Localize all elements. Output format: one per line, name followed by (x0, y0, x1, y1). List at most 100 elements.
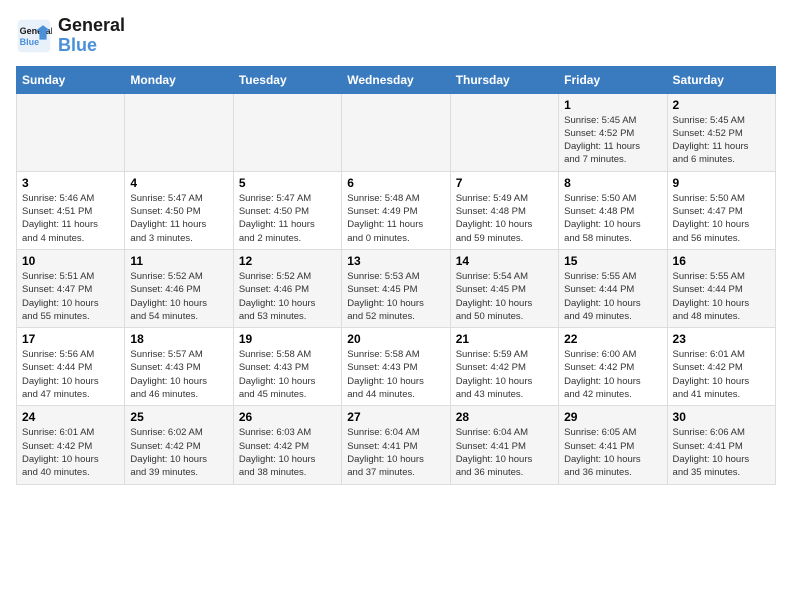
day-info: Sunrise: 5:52 AMSunset: 4:46 PMDaylight:… (239, 270, 336, 323)
day-number: 15 (564, 254, 661, 268)
day-info: Sunrise: 5:58 AMSunset: 4:43 PMDaylight:… (239, 348, 336, 401)
day-info: Sunrise: 5:59 AMSunset: 4:42 PMDaylight:… (456, 348, 553, 401)
day-info: Sunrise: 6:04 AMSunset: 4:41 PMDaylight:… (456, 426, 553, 479)
weekday-header-row: SundayMondayTuesdayWednesdayThursdayFrid… (17, 66, 776, 93)
calendar-cell: 23 Sunrise: 6:01 AMSunset: 4:42 PMDayligh… (667, 328, 775, 406)
day-number: 24 (22, 410, 119, 424)
day-info: Sunrise: 6:02 AMSunset: 4:42 PMDaylight:… (130, 426, 227, 479)
calendar-cell: 30Sunrise: 6:06 AMSunset: 4:41 PMDayligh… (667, 406, 775, 484)
day-number: 12 (239, 254, 336, 268)
day-number: 22 (564, 332, 661, 346)
calendar-cell (233, 93, 341, 171)
day-number: 16 (673, 254, 770, 268)
day-info: Sunrise: 5:55 AMSunset: 4:44 PMDaylight:… (564, 270, 661, 323)
day-info: Sunrise: 5:56 AMSunset: 4:44 PMDaylight:… (22, 348, 119, 401)
day-info: Sunrise: 5:54 AMSunset: 4:45 PMDaylight:… (456, 270, 553, 323)
day-number: 21 (456, 332, 553, 346)
svg-text:Blue: Blue (20, 37, 40, 47)
day-info: Sunrise: 5:57 AMSunset: 4:43 PMDaylight:… (130, 348, 227, 401)
calendar-table: SundayMondayTuesdayWednesdayThursdayFrid… (16, 66, 776, 485)
weekday-header-monday: Monday (125, 66, 233, 93)
day-info: Sunrise: 5:47 AMSunset: 4:50 PMDaylight:… (239, 192, 336, 245)
calendar-row-2: 10 Sunrise: 5:51 AMSunset: 4:47 PMDayligh… (17, 249, 776, 327)
day-number: 17 (22, 332, 119, 346)
day-number: 11 (130, 254, 227, 268)
calendar-cell: 1 Sunrise: 5:45 AMSunset: 4:52 PMDaylight… (559, 93, 667, 171)
day-info: Sunrise: 5:51 AMSunset: 4:47 PMDaylight:… (22, 270, 119, 323)
day-number: 13 (347, 254, 444, 268)
day-number: 8 (564, 176, 661, 190)
calendar-cell (342, 93, 450, 171)
calendar-cell: 21 Sunrise: 5:59 AMSunset: 4:42 PMDayligh… (450, 328, 558, 406)
calendar-cell: 28 Sunrise: 6:04 AMSunset: 4:41 PMDayligh… (450, 406, 558, 484)
day-number: 6 (347, 176, 444, 190)
weekday-header-saturday: Saturday (667, 66, 775, 93)
calendar-cell: 7 Sunrise: 5:49 AMSunset: 4:48 PMDaylight… (450, 171, 558, 249)
calendar-cell: 15 Sunrise: 5:55 AMSunset: 4:44 PMDayligh… (559, 249, 667, 327)
calendar-row-3: 17 Sunrise: 5:56 AMSunset: 4:44 PMDayligh… (17, 328, 776, 406)
header: General Blue GeneralBlue (16, 16, 776, 56)
day-info: Sunrise: 5:52 AMSunset: 4:46 PMDaylight:… (130, 270, 227, 323)
calendar-cell: 17 Sunrise: 5:56 AMSunset: 4:44 PMDayligh… (17, 328, 125, 406)
calendar-cell: 9 Sunrise: 5:50 AMSunset: 4:47 PMDaylight… (667, 171, 775, 249)
calendar-row-4: 24 Sunrise: 6:01 AMSunset: 4:42 PMDayligh… (17, 406, 776, 484)
calendar-cell: 13Sunrise: 5:53 AMSunset: 4:45 PMDayligh… (342, 249, 450, 327)
day-info: Sunrise: 6:01 AMSunset: 4:42 PMDaylight:… (22, 426, 119, 479)
day-number: 4 (130, 176, 227, 190)
calendar-row-0: 1 Sunrise: 5:45 AMSunset: 4:52 PMDaylight… (17, 93, 776, 171)
day-number: 9 (673, 176, 770, 190)
day-info: Sunrise: 5:46 AMSunset: 4:51 PMDaylight:… (22, 192, 119, 245)
day-number: 23 (673, 332, 770, 346)
day-info: Sunrise: 6:01 AMSunset: 4:42 PMDaylight:… (673, 348, 770, 401)
day-info: Sunrise: 5:45 AMSunset: 4:52 PMDaylight:… (673, 114, 770, 167)
day-number: 10 (22, 254, 119, 268)
calendar-cell: 24 Sunrise: 6:01 AMSunset: 4:42 PMDayligh… (17, 406, 125, 484)
logo-text: GeneralBlue (58, 16, 125, 56)
calendar-cell: 16 Sunrise: 5:55 AMSunset: 4:44 PMDayligh… (667, 249, 775, 327)
day-number: 19 (239, 332, 336, 346)
calendar-cell: 2 Sunrise: 5:45 AMSunset: 4:52 PMDaylight… (667, 93, 775, 171)
day-info: Sunrise: 5:45 AMSunset: 4:52 PMDaylight:… (564, 114, 661, 167)
calendar-cell: 12 Sunrise: 5:52 AMSunset: 4:46 PMDayligh… (233, 249, 341, 327)
calendar-cell (125, 93, 233, 171)
day-number: 1 (564, 98, 661, 112)
calendar-cell: 5Sunrise: 5:47 AMSunset: 4:50 PMDaylight… (233, 171, 341, 249)
day-info: Sunrise: 5:48 AMSunset: 4:49 PMDaylight:… (347, 192, 444, 245)
day-number: 28 (456, 410, 553, 424)
svg-text:General: General (20, 26, 52, 36)
day-number: 3 (22, 176, 119, 190)
calendar-cell (450, 93, 558, 171)
day-info: Sunrise: 5:58 AMSunset: 4:43 PMDaylight:… (347, 348, 444, 401)
calendar-cell: 4Sunrise: 5:47 AMSunset: 4:50 PMDaylight… (125, 171, 233, 249)
day-number: 29 (564, 410, 661, 424)
day-number: 26 (239, 410, 336, 424)
logo: General Blue GeneralBlue (16, 16, 125, 56)
weekday-header-wednesday: Wednesday (342, 66, 450, 93)
day-info: Sunrise: 5:55 AMSunset: 4:44 PMDaylight:… (673, 270, 770, 323)
day-info: Sunrise: 5:49 AMSunset: 4:48 PMDaylight:… (456, 192, 553, 245)
calendar-cell: 22 Sunrise: 6:00 AMSunset: 4:42 PMDayligh… (559, 328, 667, 406)
calendar-cell: 6 Sunrise: 5:48 AMSunset: 4:49 PMDaylight… (342, 171, 450, 249)
day-number: 2 (673, 98, 770, 112)
day-info: Sunrise: 5:50 AMSunset: 4:48 PMDaylight:… (564, 192, 661, 245)
calendar-cell: 27Sunrise: 6:04 AMSunset: 4:41 PMDayligh… (342, 406, 450, 484)
calendar-cell: 8 Sunrise: 5:50 AMSunset: 4:48 PMDaylight… (559, 171, 667, 249)
calendar-row-1: 3 Sunrise: 5:46 AMSunset: 4:51 PMDaylight… (17, 171, 776, 249)
day-info: Sunrise: 6:05 AMSunset: 4:41 PMDaylight:… (564, 426, 661, 479)
logo-icon: General Blue (16, 18, 52, 54)
calendar-cell: 3 Sunrise: 5:46 AMSunset: 4:51 PMDaylight… (17, 171, 125, 249)
day-number: 18 (130, 332, 227, 346)
day-number: 25 (130, 410, 227, 424)
day-info: Sunrise: 6:04 AMSunset: 4:41 PMDaylight:… (347, 426, 444, 479)
calendar-cell: 25 Sunrise: 6:02 AMSunset: 4:42 PMDayligh… (125, 406, 233, 484)
calendar-cell: 11 Sunrise: 5:52 AMSunset: 4:46 PMDayligh… (125, 249, 233, 327)
calendar-cell: 18 Sunrise: 5:57 AMSunset: 4:43 PMDayligh… (125, 328, 233, 406)
day-info: Sunrise: 6:00 AMSunset: 4:42 PMDaylight:… (564, 348, 661, 401)
weekday-header-sunday: Sunday (17, 66, 125, 93)
weekday-header-friday: Friday (559, 66, 667, 93)
day-info: Sunrise: 5:50 AMSunset: 4:47 PMDaylight:… (673, 192, 770, 245)
day-number: 20 (347, 332, 444, 346)
day-number: 7 (456, 176, 553, 190)
weekday-header-thursday: Thursday (450, 66, 558, 93)
day-info: Sunrise: 6:06 AMSunset: 4:41 PMDaylight:… (673, 426, 770, 479)
